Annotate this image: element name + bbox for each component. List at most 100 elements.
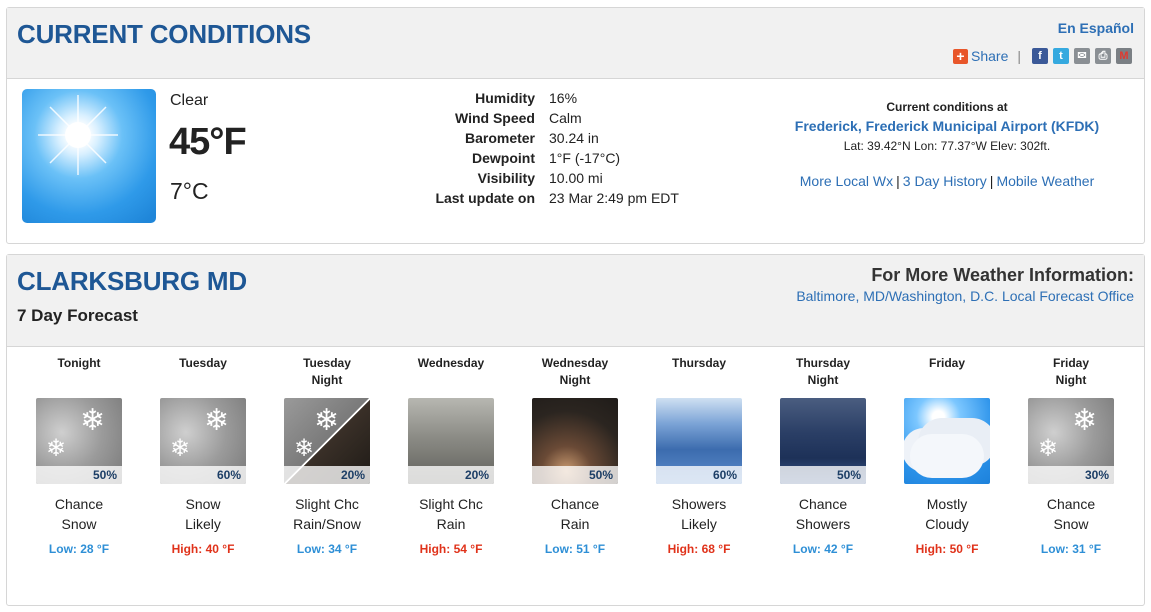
- snowflake-icon: ❄: [46, 435, 67, 462]
- showers-day-icon[interactable]: 60%: [656, 398, 742, 484]
- current-temp-f: 45°F: [169, 121, 247, 163]
- day-name: Wednesday: [389, 355, 513, 395]
- detail-label: Humidity: [475, 90, 535, 106]
- short-forecast-line-1: Slight Chc: [295, 496, 359, 512]
- forecast-day: Tuesday ❄ ❄ 60% Snow Likely High: 40 °F: [141, 355, 265, 556]
- short-forecast-line-1: Chance: [550, 496, 600, 512]
- day-name-line-2: Night: [807, 373, 839, 387]
- low-temp: Low: 34 °F: [296, 542, 358, 556]
- short-forecast-line-1: Showers: [671, 496, 727, 512]
- short-forecast-line-1: Chance: [54, 496, 104, 512]
- short-forecast-line-2: Likely: [185, 516, 221, 532]
- more-local-wx-link[interactable]: More Local Wx: [800, 173, 893, 189]
- day-name-line-1: Tuesday: [303, 356, 351, 370]
- station-name-link[interactable]: Frederick, Frederick Municipal Airport (…: [767, 118, 1127, 134]
- forecast-day: Thursday 60% Showers Likely High: 68 °F: [637, 355, 761, 556]
- share-separator: |: [1017, 48, 1021, 64]
- snow-icon[interactable]: ❄ ❄ 60%: [160, 398, 246, 484]
- snowflake-icon: ❄: [294, 435, 315, 462]
- facebook-icon[interactable]: f: [1032, 48, 1048, 64]
- day-name: Friday: [885, 355, 1009, 395]
- showers-night-icon[interactable]: 50%: [780, 398, 866, 484]
- detail-value: 23 Mar 2:49 pm EDT: [549, 190, 679, 206]
- day-name-line-1: Tonight: [57, 356, 101, 370]
- short-forecast-line-2: Snow: [1053, 516, 1089, 532]
- short-forecast: Mostly Cloudy: [885, 494, 1009, 534]
- short-forecast: Chance Rain: [513, 494, 637, 534]
- snow-icon[interactable]: ❄ ❄ 30%: [1028, 398, 1114, 484]
- detail-value: 10.00 mi: [549, 170, 603, 186]
- station-links: More Local Wx | 3 Day History | Mobile Weath…: [767, 173, 1127, 189]
- short-forecast-line-2: Showers: [795, 516, 851, 532]
- print-icon[interactable]: ⎙: [1095, 48, 1111, 64]
- day-name-line-1: Thursday: [795, 356, 850, 370]
- rain-snow-icon[interactable]: ❄ ❄ 20%: [284, 398, 370, 484]
- day-name-line-2: Night: [311, 373, 343, 387]
- snowflake-icon: ❄: [80, 404, 106, 437]
- mostly-cloudy-icon[interactable]: [904, 398, 990, 484]
- more-info-heading: For More Weather Information:: [871, 265, 1134, 285]
- location-title: CLARKSBURG MD: [17, 266, 247, 296]
- forecast-subtitle: 7 Day Forecast: [17, 306, 138, 325]
- twitter-icon[interactable]: t: [1053, 48, 1069, 64]
- short-forecast: Snow Likely: [141, 494, 265, 534]
- short-forecast: Showers Likely: [637, 494, 761, 534]
- current-details-table: Humidity 16% Wind Speed Calm Barometer 30.2…: [417, 90, 679, 210]
- low-temp: Low: 42 °F: [792, 542, 854, 556]
- en-espanol-link[interactable]: En Español: [1058, 20, 1134, 36]
- day-name-line-1: Thursday: [671, 356, 726, 370]
- short-forecast: Slight Chc Rain: [389, 494, 513, 534]
- day-name: Wednesday Night: [513, 355, 637, 395]
- day-name-line-2: Night: [1055, 373, 1087, 387]
- forecast-day: Thursday Night 50% Chance Showers Low: 42 °F: [761, 355, 885, 556]
- short-forecast: Chance Showers: [761, 494, 885, 534]
- short-forecast: Chance Snow: [1009, 494, 1133, 534]
- mobile-weather-link[interactable]: Mobile Weather: [996, 173, 1094, 189]
- snowflake-icon: ❄: [1038, 435, 1059, 462]
- precip-chance: 50%: [780, 466, 866, 484]
- forecast-office-link[interactable]: Baltimore, MD/Washington, D.C. Local For…: [796, 288, 1134, 304]
- short-forecast-line-1: Slight Chc: [419, 496, 483, 512]
- detail-row: Humidity 16%: [417, 90, 679, 110]
- short-forecast-line-1: Snow: [185, 496, 221, 512]
- short-forecast-line-2: Snow: [61, 516, 97, 532]
- link-separator: |: [989, 173, 994, 189]
- day-name-line-1: Wednesday: [541, 356, 609, 370]
- day-name: Tuesday Night: [265, 355, 389, 395]
- share-link[interactable]: Share: [971, 48, 1008, 64]
- detail-label: Barometer: [464, 130, 535, 146]
- detail-label: Wind Speed: [455, 110, 535, 126]
- short-forecast-line-2: Cloudy: [925, 516, 969, 532]
- precip-chance: 60%: [656, 466, 742, 484]
- three-day-history-link[interactable]: 3 Day History: [903, 173, 987, 189]
- high-temp: High: 68 °F: [667, 542, 731, 556]
- detail-label: Dewpoint: [472, 150, 535, 166]
- current-conditions-title: CURRENT CONDITIONS: [17, 19, 311, 49]
- share-bar: + Share | f t ✉ ⎙ M: [953, 48, 1132, 64]
- rain-day-icon[interactable]: 20%: [408, 398, 494, 484]
- detail-value: 16%: [549, 90, 578, 106]
- station-heading: Current conditions at: [886, 100, 1008, 114]
- short-forecast: Chance Snow: [17, 494, 141, 534]
- precip-chance: 20%: [408, 466, 494, 484]
- short-forecast-line-1: Chance: [798, 496, 848, 512]
- day-name-line-1: Wednesday: [417, 356, 485, 370]
- current-conditions-panel: CURRENT CONDITIONS En Español + Share | …: [6, 7, 1145, 244]
- precip-chance: 30%: [1028, 466, 1114, 484]
- share-plus-icon[interactable]: +: [953, 48, 968, 64]
- rain-night-icon[interactable]: 50%: [532, 398, 618, 484]
- snow-icon[interactable]: ❄ ❄ 50%: [36, 398, 122, 484]
- day-name: Tuesday: [141, 355, 265, 395]
- gmail-icon[interactable]: M: [1116, 48, 1132, 64]
- current-condition-text: Clear: [170, 92, 209, 109]
- snowflake-icon: ❄: [314, 404, 340, 437]
- high-temp: High: 50 °F: [915, 542, 979, 556]
- snowflake-icon: ❄: [204, 404, 230, 437]
- clear-sun-icon: [22, 89, 156, 223]
- precip-chance: 20%: [284, 466, 370, 484]
- precip-chance: 50%: [532, 466, 618, 484]
- email-icon[interactable]: ✉: [1074, 48, 1090, 64]
- detail-row: Wind Speed Calm: [417, 110, 679, 130]
- forecast-panel: CLARKSBURG MD 7 Day Forecast For More We…: [6, 254, 1145, 606]
- day-name: Tonight: [17, 355, 141, 395]
